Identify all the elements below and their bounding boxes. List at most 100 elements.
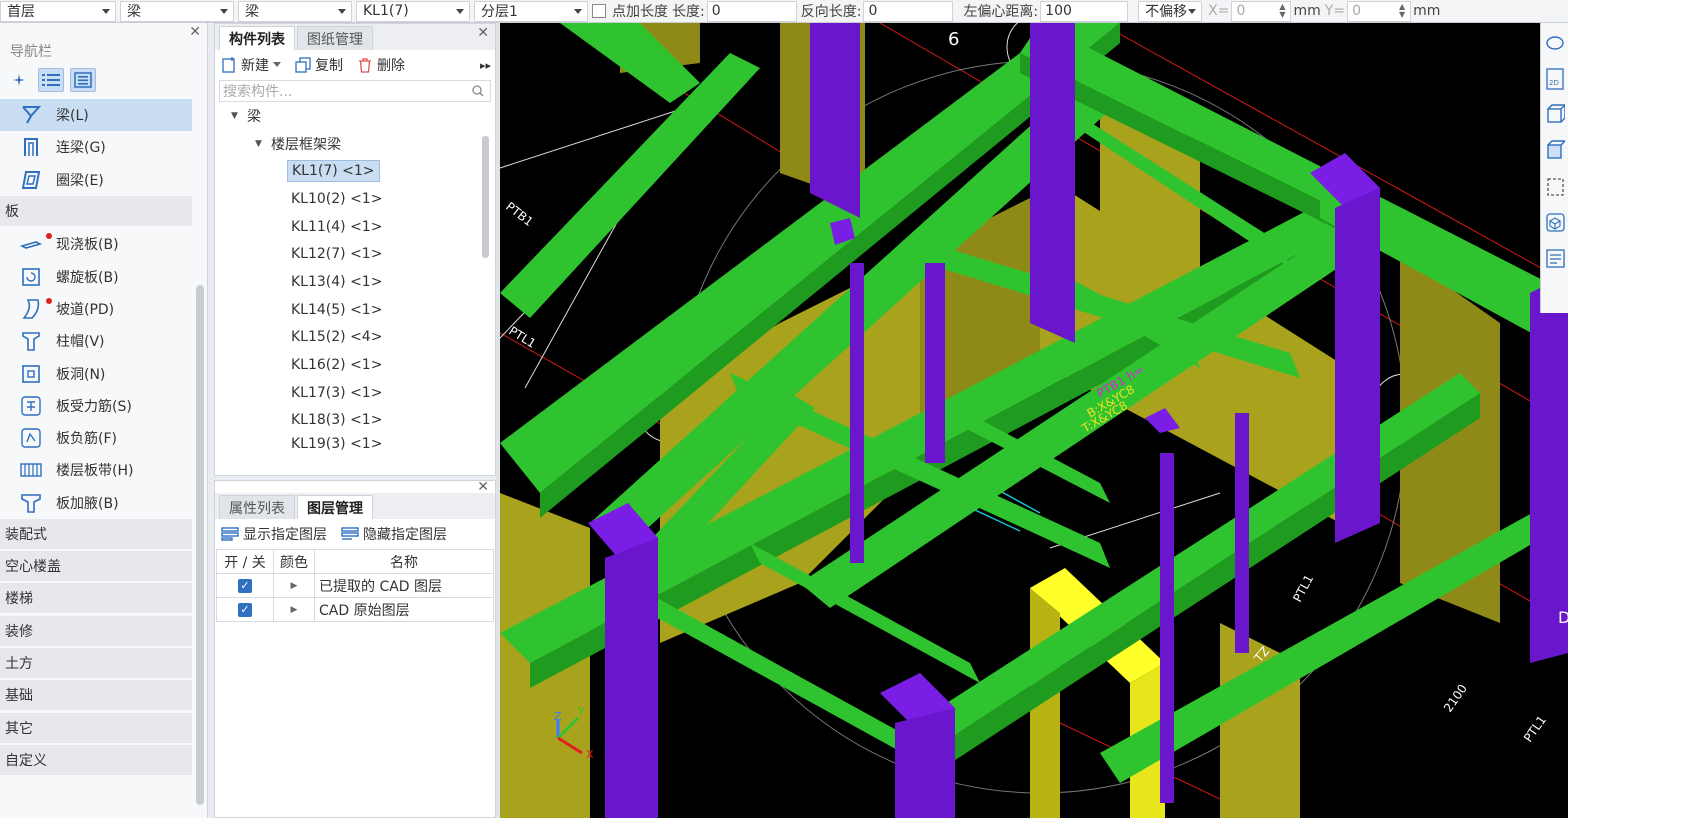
tab-layer-management[interactable]: 图层管理 [297, 495, 373, 519]
spinner-icon[interactable]: ▲ ▼ [1398, 3, 1406, 19]
selection-box-icon[interactable] [1545, 175, 1565, 199]
layer-settings-icon[interactable] [1545, 247, 1565, 271]
nav-item-floor-strip[interactable]: 楼层板带(H) [0, 454, 192, 486]
point-length-checkbox[interactable] [592, 4, 606, 18]
layer-row[interactable]: ✓ ▶ CAD 原始图层 [216, 597, 494, 622]
nav-category-label: 板 [5, 203, 19, 220]
new-button[interactable]: 新建 [221, 55, 281, 75]
offset-mode-select[interactable]: 不偏移 [1138, 0, 1203, 22]
cast-slab-icon [20, 233, 42, 255]
nav-item-beam[interactable]: 梁(L) [0, 99, 192, 132]
nav-item-slab-hole[interactable]: 板洞(N) [0, 357, 192, 389]
tab-properties[interactable]: 属性列表 [219, 495, 295, 519]
expand-arrow-icon[interactable]: ▶ [273, 573, 315, 598]
tree-leaf[interactable]: KL12(7) <1> [215, 240, 495, 268]
floor-select[interactable]: 首层 [0, 0, 116, 22]
layer-toggle-cell[interactable]: ✓ [216, 597, 274, 622]
tree-leaf[interactable]: KL11(4) <1> [215, 213, 495, 241]
checkbox-checked-icon[interactable]: ✓ [238, 578, 252, 593]
nav-title: 导航栏 [10, 44, 52, 60]
nav-category-custom[interactable]: 自定义 [0, 744, 192, 775]
close-icon[interactable]: ✕ [189, 24, 201, 40]
more-icon[interactable]: ▸▸ [480, 59, 491, 72]
tree-leaf[interactable]: KL15(2) <4> [215, 324, 495, 352]
show-layer-button[interactable]: 显示指定图层 [221, 524, 327, 544]
tree-leaf[interactable]: KL10(2) <1> [215, 185, 495, 213]
length-input[interactable]: 0 [706, 0, 797, 22]
search-icon[interactable] [472, 85, 484, 97]
nav-category-prefab[interactable]: 装配式 [0, 518, 192, 549]
nav-category-stairs[interactable]: 楼梯 [0, 583, 192, 614]
cube-icon[interactable] [1545, 211, 1565, 235]
component-scrollbar[interactable] [482, 136, 489, 258]
collapse-arrow-icon[interactable]: ▼ [231, 111, 241, 121]
tab-drawing-management[interactable]: 图纸管理 [297, 26, 373, 50]
tab-component-list[interactable]: 构件列表 [219, 26, 295, 50]
x-input[interactable]: 0 ▲ ▼ [1231, 0, 1292, 22]
left-offset-input[interactable]: 100 [1040, 0, 1129, 22]
tree-leaf[interactable]: KL16(2) <1> [215, 351, 495, 379]
list-view-icon[interactable] [38, 68, 64, 92]
expand-arrow-icon[interactable]: ▶ [273, 597, 315, 622]
nav-category-decoration[interactable]: 装修 [0, 615, 192, 646]
nav-item-slab-negative-rebar[interactable]: 板负筋(F) [0, 422, 192, 454]
nav-scrollbar[interactable] [196, 285, 204, 805]
orbit-icon[interactable] [1545, 31, 1565, 55]
layer-toggle-cell[interactable]: ✓ [216, 573, 274, 598]
component-select[interactable]: KL1(7) [356, 0, 470, 22]
new-button-label: 新建 [241, 58, 269, 74]
tree-node-floor-frame-beam[interactable]: ▼ 楼层框架梁 [215, 130, 495, 158]
3d-box-icon[interactable] [1545, 103, 1565, 127]
2d-view-icon[interactable]: 2D [1545, 67, 1565, 91]
tree-leaf[interactable]: KL14(5) <1> [215, 296, 495, 324]
nav-item-spiral-slab[interactable]: 螺旋板(B) [0, 260, 192, 292]
detail-view-icon[interactable] [70, 68, 96, 92]
solid-view-icon[interactable] [1545, 139, 1565, 163]
chevron-down-icon[interactable] [273, 62, 281, 68]
reverse-length-input[interactable]: 0 [863, 0, 954, 22]
length-input-value: 0 [711, 3, 721, 19]
category-select[interactable]: 梁 [120, 0, 234, 22]
tree-leaf[interactable]: KL13(4) <1> [215, 268, 495, 296]
layer-name: CAD 原始图层 [314, 597, 494, 622]
cad-text: 2100 [1441, 682, 1470, 715]
nav-category-foundation[interactable]: 基础 [0, 680, 192, 711]
nav-item-slab-haunch[interactable]: 板加腋(B) [0, 487, 192, 519]
nav-category-label: 楼梯 [5, 591, 33, 608]
x-label: X= [1208, 3, 1230, 19]
y-input[interactable]: 0 ▲ ▼ [1347, 0, 1412, 22]
sublayer-select[interactable]: 分层1 [474, 0, 588, 22]
checkbox-checked-icon[interactable]: ✓ [238, 602, 252, 617]
nav-item-cast-slab[interactable]: 现浇板(B) [0, 228, 192, 260]
tab-label: 构件列表 [229, 31, 285, 48]
tab-label: 图纸管理 [307, 31, 363, 48]
search-input[interactable]: 搜索构件... [219, 80, 491, 102]
delete-button[interactable]: 删除 [357, 55, 405, 75]
type-select[interactable]: 梁 [238, 0, 352, 22]
nav-item-ring-beam[interactable]: 圈梁(E) [0, 164, 192, 196]
nav-item-column-cap[interactable]: 柱帽(V) [0, 325, 192, 357]
nav-category-slab[interactable]: 板 [0, 195, 192, 226]
close-icon[interactable]: ✕ [477, 479, 489, 495]
tree-node-beam[interactable]: ▼ 梁 [215, 102, 495, 130]
nav-category-other[interactable]: 其它 [0, 712, 192, 743]
tree-leaf[interactable]: KL19(3) <1> [215, 434, 495, 454]
collapse-arrow-icon[interactable]: ▼ [255, 139, 265, 149]
tree-leaf-label: KL18(3) <1> [291, 412, 383, 429]
close-icon[interactable]: ✕ [477, 25, 489, 41]
copy-button[interactable]: 复制 [295, 55, 343, 75]
spinner-icon[interactable]: ▲ ▼ [1278, 3, 1286, 19]
sparkle-icon[interactable] [6, 68, 32, 92]
hide-layer-button[interactable]: 隐藏指定图层 [341, 524, 447, 544]
nav-item-coupling-beam[interactable]: 连梁(G) [0, 131, 192, 163]
layer-row[interactable]: ✓ ▶ 已提取的 CAD 图层 [216, 573, 494, 598]
tree-leaf[interactable]: KL18(3) <1> [215, 407, 495, 435]
nav-item-ramp[interactable]: 坡道(PD) [0, 293, 192, 325]
nav-category-hollow-floor[interactable]: 空心楼盖 [0, 551, 192, 582]
tree-leaf[interactable]: KL1(7) <1> [215, 157, 495, 185]
axis-x-label: X [586, 748, 594, 761]
tree-leaf[interactable]: KL17(3) <1> [215, 379, 495, 407]
nav-item-slab-main-rebar[interactable]: 板受力筋(S) [0, 390, 192, 422]
3d-viewport[interactable]: 6 PTB1 PTL1 PTB1 h= B:X&YC8 T:X&YC8 PTL1… [500, 23, 1568, 818]
nav-category-earthwork[interactable]: 土方 [0, 648, 192, 679]
